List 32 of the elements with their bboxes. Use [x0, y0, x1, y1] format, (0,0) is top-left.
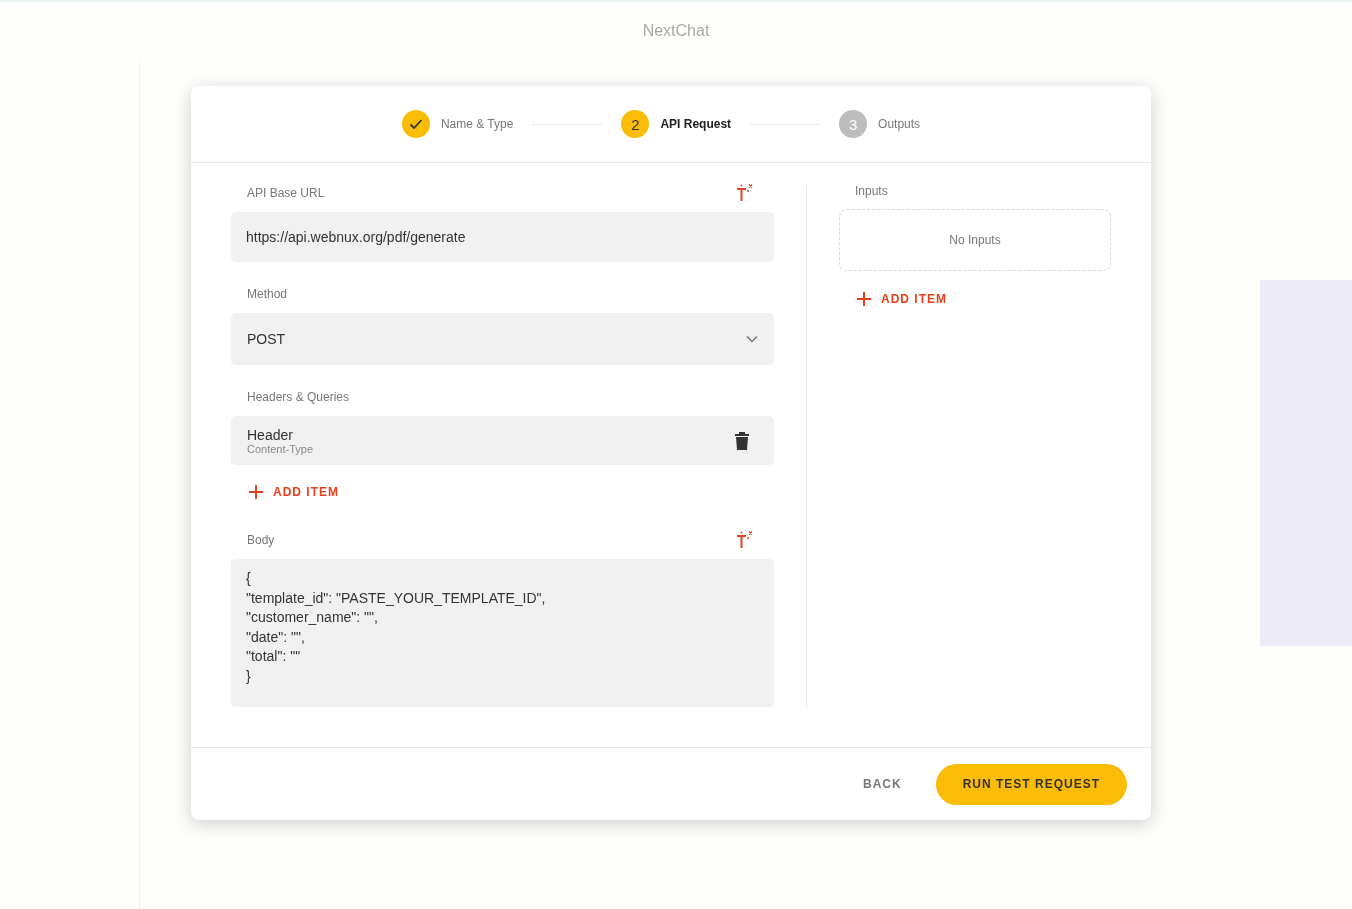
field-label: API Base URL: [247, 186, 325, 200]
empty-message: No Inputs: [949, 233, 1001, 247]
header-value: Content-Type: [247, 442, 314, 455]
code-line: "total": "": [246, 647, 302, 667]
step-label[interactable]: Name & Type: [440, 117, 514, 131]
step-label[interactable]: API Request: [660, 117, 732, 131]
add-item-button[interactable]: ADD ITEM: [248, 484, 339, 500]
text-sparkle-icon[interactable]: [734, 530, 754, 550]
text-sparkle-icon[interactable]: [734, 183, 754, 203]
code-line: "date": "",: [246, 627, 306, 647]
back-button[interactable]: BACK: [863, 769, 902, 799]
code-line: {: [246, 569, 252, 588]
trash-icon[interactable]: [734, 430, 750, 451]
code-line: "template_id": "PASTE_YOUR_TEMPLATE_ID",: [246, 588, 547, 608]
field-label: Body: [247, 533, 275, 547]
method-select[interactable]: POST: [231, 313, 774, 365]
run-test-request-button[interactable]: RUN TEST REQUEST: [935, 763, 1127, 805]
field-label: Inputs: [855, 184, 889, 198]
code-line: }: [246, 666, 252, 686]
add-item-button[interactable]: ADD ITEM: [856, 291, 947, 307]
step-number: 3: [839, 110, 868, 138]
header-title: Header: [247, 426, 294, 443]
field-label: Headers & Queries: [247, 390, 350, 404]
code-line: "customer_name": "",: [246, 608, 379, 628]
field-label: Method: [247, 287, 288, 301]
header-item[interactable]: Header Content-Type: [231, 416, 774, 465]
step-label[interactable]: Outputs: [878, 117, 921, 131]
plus-icon: [248, 484, 264, 500]
body-editor[interactable]: { "template_id": "PASTE_YOUR_TEMPLATE_ID", "customer_name": "", "date": "", "total": "" }: [231, 559, 774, 707]
url-field[interactable]: https://api.webnux.org/pdf/generate: [231, 212, 774, 262]
plus-icon: [856, 291, 872, 307]
step-number: 2: [621, 110, 650, 138]
